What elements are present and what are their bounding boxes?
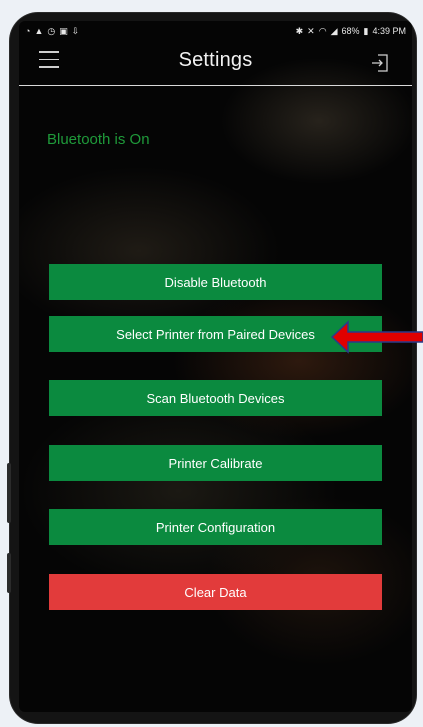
header-divider xyxy=(19,85,412,86)
download-icon: ⇩ xyxy=(71,25,80,36)
status-bar: ◔ ▲ ◷ ▣ ⇩ ✱ ✕ ◠ ◢ 68% ▮ 4:39 PM xyxy=(19,21,412,41)
clock-time: 4:39 PM xyxy=(372,26,406,36)
annotation-arrow-icon xyxy=(330,320,423,354)
clear-data-button[interactable]: Clear Data xyxy=(49,574,382,610)
status-right-icons: ✱ ✕ ◠ ◢ 68% ▮ 4:39 PM xyxy=(296,26,406,37)
mute-icon: ✕ xyxy=(307,25,315,36)
app-header: Settings xyxy=(19,41,412,85)
page-title: Settings xyxy=(178,49,253,71)
logout-icon[interactable] xyxy=(370,53,390,73)
warning-icon: ▲ xyxy=(34,26,44,36)
volume-button xyxy=(7,463,11,523)
status-left-icons: ◔ ▲ ◷ ▣ ⇩ xyxy=(25,26,79,37)
bluetooth-icon: ✱ xyxy=(295,25,304,36)
battery-percent: 68% xyxy=(341,26,360,36)
bixby-button xyxy=(7,553,11,593)
bluetooth-status-label: Bluetooth is On xyxy=(47,131,150,148)
disable-bluetooth-button[interactable]: Disable Bluetooth xyxy=(49,264,382,300)
printer-configuration-button[interactable]: Printer Configuration xyxy=(49,509,382,545)
alarm-icon: ◷ xyxy=(47,25,56,36)
battery-icon: ▮ xyxy=(363,25,369,36)
scan-bluetooth-devices-button[interactable]: Scan Bluetooth Devices xyxy=(49,380,382,416)
printer-calibrate-button[interactable]: Printer Calibrate xyxy=(49,445,382,481)
cell-signal-icon: ◢ xyxy=(330,25,338,36)
app-screen: ◔ ▲ ◷ ▣ ⇩ ✱ ✕ ◠ ◢ 68% ▮ 4:39 PM Settings xyxy=(19,21,412,712)
image-icon: ▣ xyxy=(59,25,68,36)
signal-icon: ◔ xyxy=(25,26,31,36)
wifi-icon: ◠ xyxy=(318,25,327,36)
